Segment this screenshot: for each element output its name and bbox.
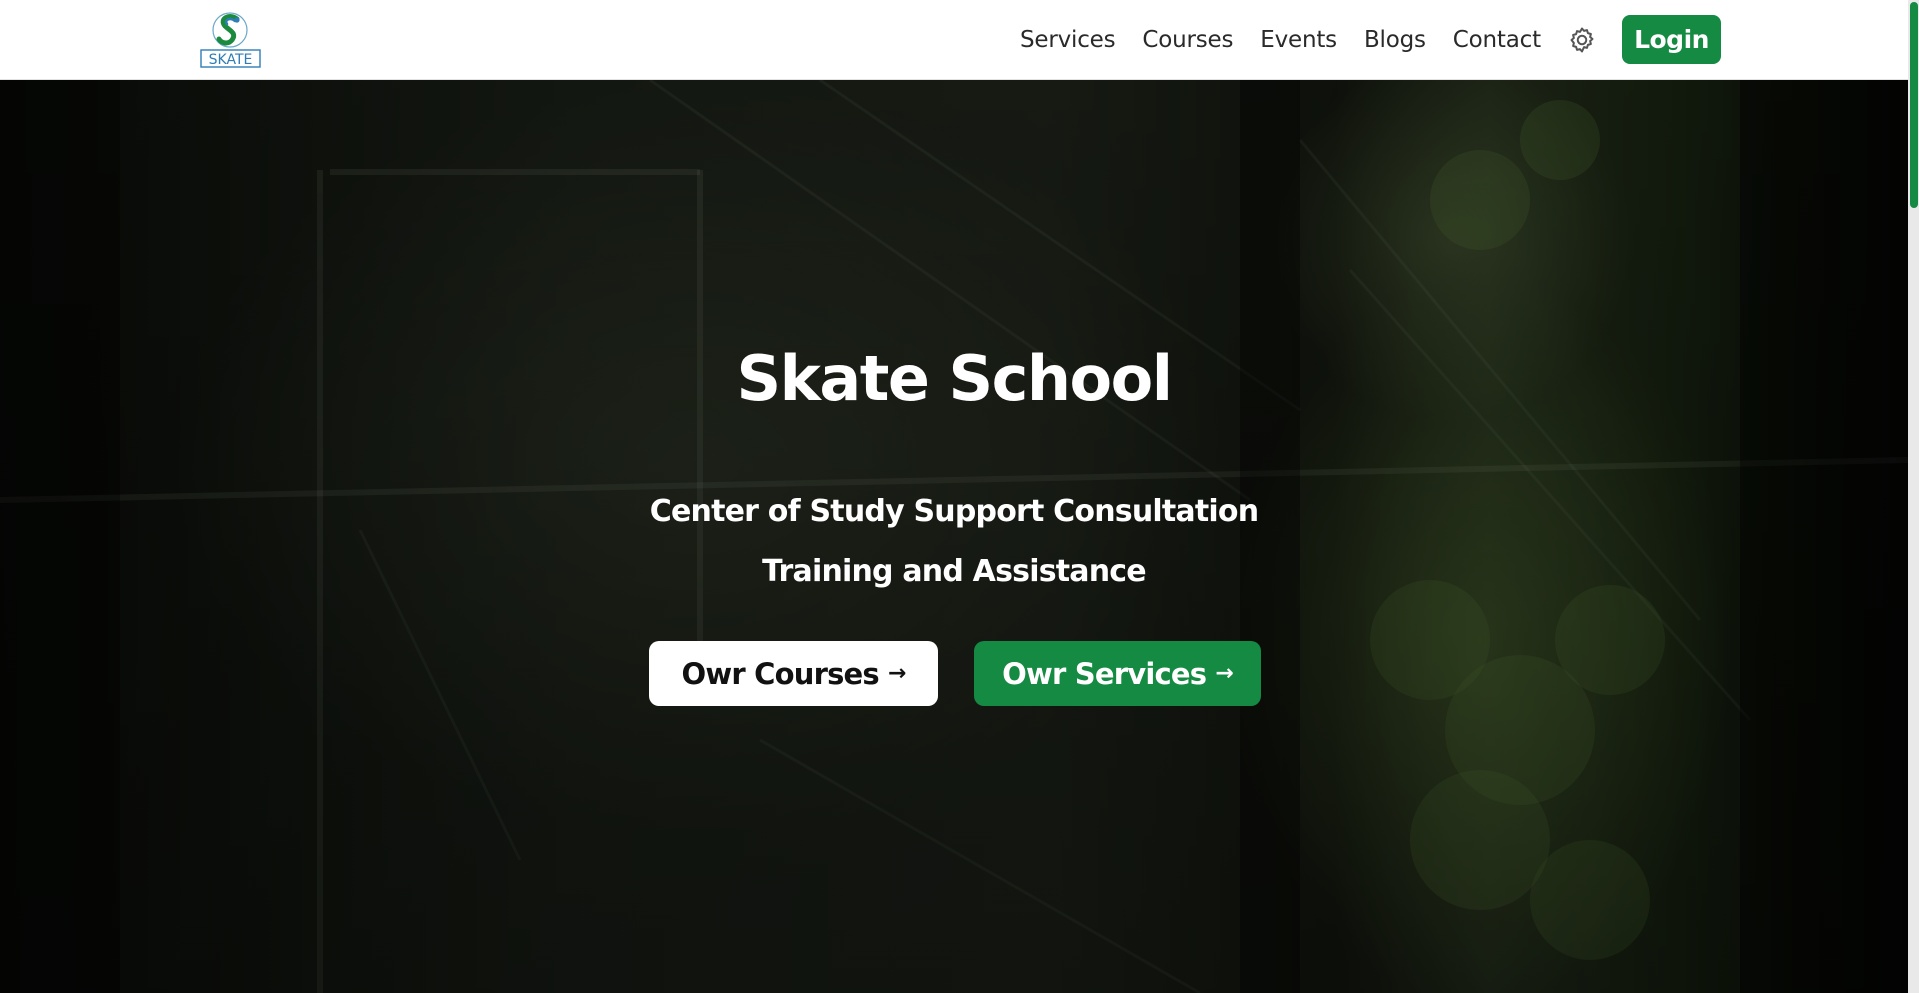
hero-subtitle-line1: Center of Study Support Consultation (649, 494, 1259, 529)
main-nav: Services Courses Events Blogs Contact (1020, 0, 1541, 80)
page-scrollbar[interactable] (1908, 0, 1919, 993)
login-button[interactable]: Login (1622, 15, 1721, 64)
gear-icon[interactable] (1567, 25, 1597, 55)
nav-contact[interactable]: Contact (1453, 27, 1541, 53)
hero-title: Skate School (736, 342, 1173, 415)
nav-services[interactable]: Services (1020, 27, 1116, 53)
our-services-button[interactable]: Owr Services → (974, 641, 1261, 706)
nav-blogs[interactable]: Blogs (1364, 27, 1426, 53)
skate-logo[interactable]: SKATE (199, 9, 262, 69)
our-courses-button[interactable]: Owr Courses → (649, 641, 938, 706)
hero-subtitle-line2: Training and Assistance (762, 554, 1146, 589)
hero-section: Skate School Center of Study Support Con… (0, 80, 1908, 993)
nav-courses[interactable]: Courses (1142, 27, 1233, 53)
logo-text: SKATE (209, 52, 253, 68)
our-courses-label: Owr Courses (681, 656, 879, 691)
our-services-label: Owr Services (1002, 656, 1207, 691)
arrow-right-icon: → (1215, 661, 1233, 686)
nav-events[interactable]: Events (1260, 27, 1337, 53)
arrow-right-icon: → (887, 661, 906, 686)
scrollbar-thumb[interactable] (1910, 2, 1918, 208)
site-header: SKATE Services Courses Events Blogs Cont… (0, 0, 1908, 80)
